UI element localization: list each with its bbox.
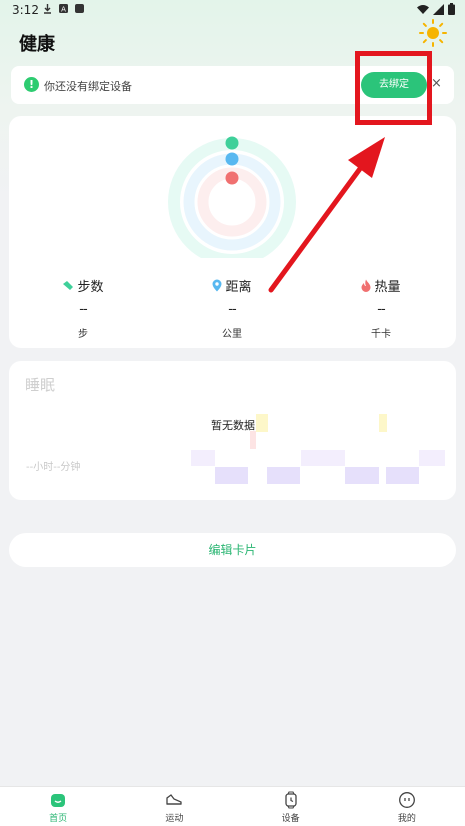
exclamation-icon: ! (24, 77, 39, 92)
sleep-bar (250, 431, 256, 449)
weather-sun-icon[interactable] (418, 18, 448, 48)
sleep-bar (345, 467, 379, 484)
steps-unit: 步 (78, 329, 88, 340)
shoe-icon (63, 280, 74, 290)
nav-label: 首页 (49, 814, 68, 824)
distance-value: -- (228, 302, 236, 317)
calories-ring-dot (225, 171, 239, 185)
sleep-title: 睡眠 (25, 376, 56, 394)
calories-label: 热量 (374, 280, 401, 295)
app-notification-icon: A (59, 4, 68, 14)
nav-device[interactable]: 设备 (233, 787, 349, 826)
flame-icon (361, 279, 371, 292)
distance-ring-dot (225, 152, 239, 166)
sleep-bar (256, 414, 268, 432)
sleep-bar (301, 450, 345, 466)
location-pin-icon (212, 279, 222, 292)
sleep-duration: --小时--分钟 (26, 462, 81, 473)
nav-label: 设备 (281, 814, 300, 824)
steps-label: 步数 (77, 280, 104, 295)
notification-icons: A (42, 3, 85, 14)
profile-face-icon (398, 792, 415, 808)
nav-label: 运动 (165, 814, 184, 824)
wifi-icon (417, 4, 429, 14)
activity-rings (168, 136, 296, 258)
nav-label: 我的 (397, 814, 416, 824)
steps-value: -- (79, 302, 87, 317)
square-notification-icon (75, 4, 84, 13)
close-banner-icon[interactable]: × (431, 76, 442, 91)
system-status-icons (417, 3, 455, 15)
sneaker-icon (166, 794, 183, 805)
status-time: 3:12 (12, 3, 39, 17)
sleep-bar (386, 467, 419, 484)
calories-metric: 热量 -- 千卡 (321, 276, 441, 340)
annotation-highlight-box (355, 51, 432, 125)
no-data-text: 暂无数据 (211, 419, 255, 432)
sleep-card[interactable]: 睡眠 暂无数据 --小时--分钟 (9, 361, 456, 500)
calories-unit: 千卡 (371, 329, 391, 340)
download-icon (44, 4, 51, 14)
battery-icon (448, 3, 455, 15)
sleep-bar (267, 467, 300, 484)
nav-profile[interactable]: 我的 (349, 787, 465, 826)
edit-cards-button[interactable]: 编辑卡片 (9, 533, 456, 567)
calories-value: -- (377, 302, 385, 317)
home-icon (51, 794, 66, 807)
watch-icon (284, 791, 297, 809)
sleep-bar (379, 414, 387, 432)
sleep-bar (191, 450, 215, 466)
distance-unit: 公里 (222, 329, 242, 340)
nav-home[interactable]: 首页 (0, 787, 116, 826)
banner-text: 你还没有绑定设备 (44, 80, 132, 93)
page-title: 健康 (19, 34, 55, 55)
sleep-bar (215, 467, 248, 484)
distance-metric: 距离 -- 公里 (172, 276, 292, 340)
nav-sport[interactable]: 运动 (116, 787, 232, 826)
steps-metric: 步数 -- 步 (23, 276, 143, 340)
sleep-bar (419, 450, 445, 466)
activity-card[interactable]: 步数 -- 步 距离 -- 公里 热量 -- 千卡 (9, 116, 456, 348)
bottom-navigation: 首页 运动 设备 我的 (0, 786, 465, 826)
distance-label: 距离 (225, 280, 252, 295)
status-bar: 3:12 A (0, 0, 465, 22)
steps-ring-dot (225, 136, 239, 150)
svg-text:A: A (61, 6, 66, 14)
signal-icon (433, 3, 444, 15)
